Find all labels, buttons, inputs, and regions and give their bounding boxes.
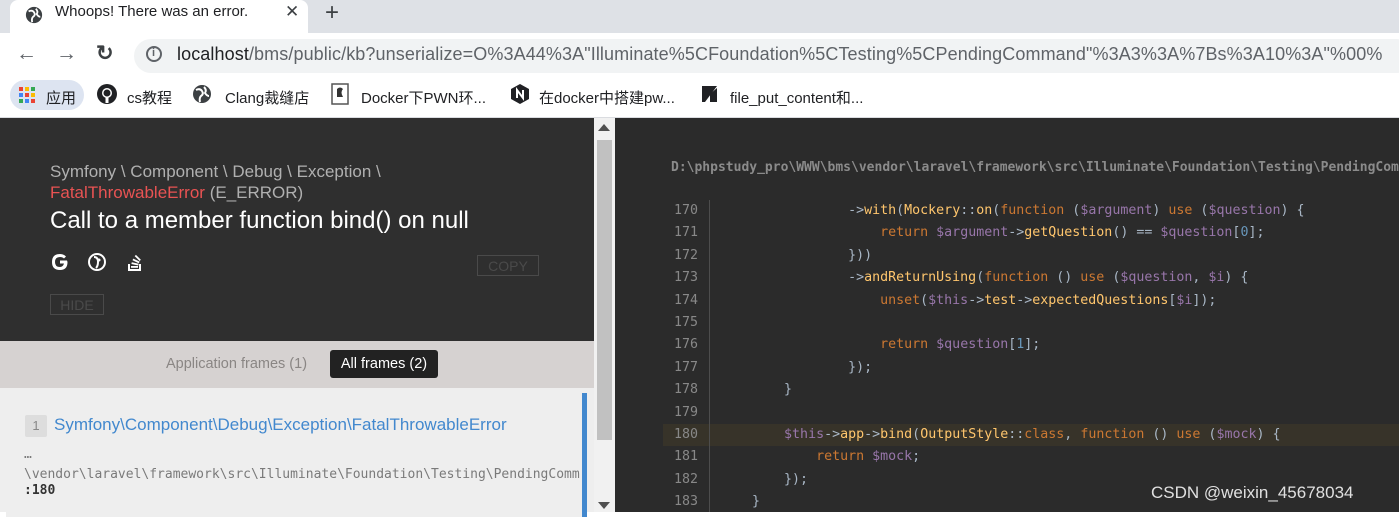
highlighted-code-line: 180 $this->app->bind(OutputStyle::class,… xyxy=(663,423,1399,447)
line-number: 179 xyxy=(663,401,710,424)
zhihu-logo-icon xyxy=(702,86,717,102)
scrollbar[interactable] xyxy=(594,118,615,512)
line-number: 172 xyxy=(663,244,710,268)
bookmarks-bar: 应用 cs教程 Clang裁缝店 Docker下PWN环... 在docker中… xyxy=(0,78,1399,118)
exception-namespace: Symfony \ Component \ Debug \ Exception … xyxy=(50,162,381,181)
reload-button[interactable]: ↻ xyxy=(96,41,114,66)
exception-message: Call to a member function bind() on null xyxy=(50,207,469,234)
bookmark-label[interactable]: file_put_content和... xyxy=(730,87,863,108)
watermark: CSDN @weixin_45678034 xyxy=(1151,483,1354,502)
code-line: 177 }); xyxy=(663,356,1399,380)
globe-icon xyxy=(25,6,43,24)
exception-class: FatalThrowableError xyxy=(50,183,205,202)
exception-level: (E_ERROR) xyxy=(209,183,304,202)
line-number: 170 xyxy=(663,200,710,223)
new-tab-button[interactable]: + xyxy=(325,0,339,27)
line-number: 175 xyxy=(663,311,710,335)
google-icon[interactable] xyxy=(50,252,70,272)
frame-file: … \vendor\laravel\framework\src\Illumina… xyxy=(24,447,580,482)
scroll-up-icon[interactable] xyxy=(598,124,610,131)
line-number: 176 xyxy=(663,334,710,357)
bookmark-label[interactable]: 在docker中搭建pw... xyxy=(539,87,675,108)
hide-button[interactable]: HIDE xyxy=(50,294,104,315)
code-line: 171 return $argument->getQuestion() == $… xyxy=(663,222,1399,245)
exception-type: FatalThrowableError (E_ERROR) xyxy=(50,183,303,203)
n-logo-icon xyxy=(511,84,529,104)
bookmark-label[interactable]: 应用 xyxy=(46,87,76,108)
code-view: 170 ->with(Mockery::on(function ($argume… xyxy=(663,200,1399,512)
code-line: 181 return $mock; xyxy=(663,446,1399,469)
line-number: 183 xyxy=(663,491,710,512)
scrollbar-thumb[interactable] xyxy=(597,140,612,440)
docker-doc-icon xyxy=(331,83,349,105)
globe-icon xyxy=(193,85,211,103)
tab-title: Whoops! There was an error. xyxy=(55,3,249,20)
search-links xyxy=(50,252,158,277)
bookmark-label[interactable]: Docker下PWN环... xyxy=(361,87,486,108)
line-number: 171 xyxy=(663,222,710,245)
code-file-path: D:\phpstudy_pro\WWW\bms\vendor\laravel\f… xyxy=(671,160,1399,175)
line-number: 180 xyxy=(663,423,710,447)
line-number: 181 xyxy=(663,446,710,469)
browser-toolbar: ← → ↻ localhost/bms/public/kb?unserializ… xyxy=(0,33,1399,78)
code-line: 174 unset($this->test->expectedQuestions… xyxy=(663,289,1399,312)
back-button[interactable]: ← xyxy=(16,42,37,66)
tab-strip: Whoops! There was an error. ✕ + xyxy=(0,0,1399,33)
close-icon[interactable]: ✕ xyxy=(285,2,299,22)
frame-index: 1 xyxy=(25,415,47,437)
list-item[interactable]: 1 Symfony\Component\Debug\Exception\Fata… xyxy=(6,393,587,517)
code-line: 175 xyxy=(663,311,1399,335)
code-line: 170 ->with(Mockery::on(function ($argume… xyxy=(663,200,1399,223)
code-panel: D:\phpstudy_pro\WWW\bms\vendor\laravel\f… xyxy=(615,118,1399,512)
duckduckgo-icon[interactable] xyxy=(87,252,107,272)
frames-filter: Application frames (1) All frames (2) xyxy=(0,341,594,388)
bookmark-label[interactable]: Clang裁缝店 xyxy=(225,87,309,108)
url-host: localhost xyxy=(177,44,249,64)
frame-line: :180 xyxy=(24,483,56,498)
url-text[interactable]: localhost/bms/public/kb?unserialize=O%3A… xyxy=(177,44,1382,65)
line-number: 182 xyxy=(663,468,710,492)
line-number: 173 xyxy=(663,267,710,290)
github-icon xyxy=(97,84,117,104)
forward-button[interactable]: → xyxy=(56,42,77,66)
application-frames-tab[interactable]: Application frames (1) xyxy=(166,356,307,372)
frame-list: 1 Symfony\Component\Debug\Exception\Fata… xyxy=(0,388,594,517)
code-line: 176 return $question[1]; xyxy=(663,334,1399,357)
copy-button[interactable]: COPY xyxy=(477,255,539,276)
line-number: 178 xyxy=(663,379,710,402)
code-line: 172 })) xyxy=(663,244,1399,268)
exception-header: Symfony \ Component \ Debug \ Exception … xyxy=(0,118,594,341)
stackoverflow-icon[interactable] xyxy=(125,252,145,272)
all-frames-tab[interactable]: All frames (2) xyxy=(330,350,438,378)
line-number: 174 xyxy=(663,289,710,312)
frame-class: Symfony\Component\Debug\Exception\FatalT… xyxy=(54,415,507,434)
apps-grid-icon xyxy=(19,87,35,103)
line-number: 177 xyxy=(663,356,710,380)
browser-tab[interactable]: Whoops! There was an error. ✕ xyxy=(10,0,308,33)
address-bar[interactable]: localhost/bms/public/kb?unserialize=O%3A… xyxy=(134,39,1399,73)
scroll-down-icon[interactable] xyxy=(598,502,610,509)
bookmark-label[interactable]: cs教程 xyxy=(127,87,172,108)
code-line: 173 ->andReturnUsing(function () use ($q… xyxy=(663,267,1399,290)
code-line: 179 xyxy=(663,401,1399,424)
info-icon[interactable] xyxy=(146,46,162,62)
url-path: /bms/public/kb?unserialize=O%3A44%3A"Ill… xyxy=(248,44,1383,64)
code-line: 178 } xyxy=(663,379,1399,402)
